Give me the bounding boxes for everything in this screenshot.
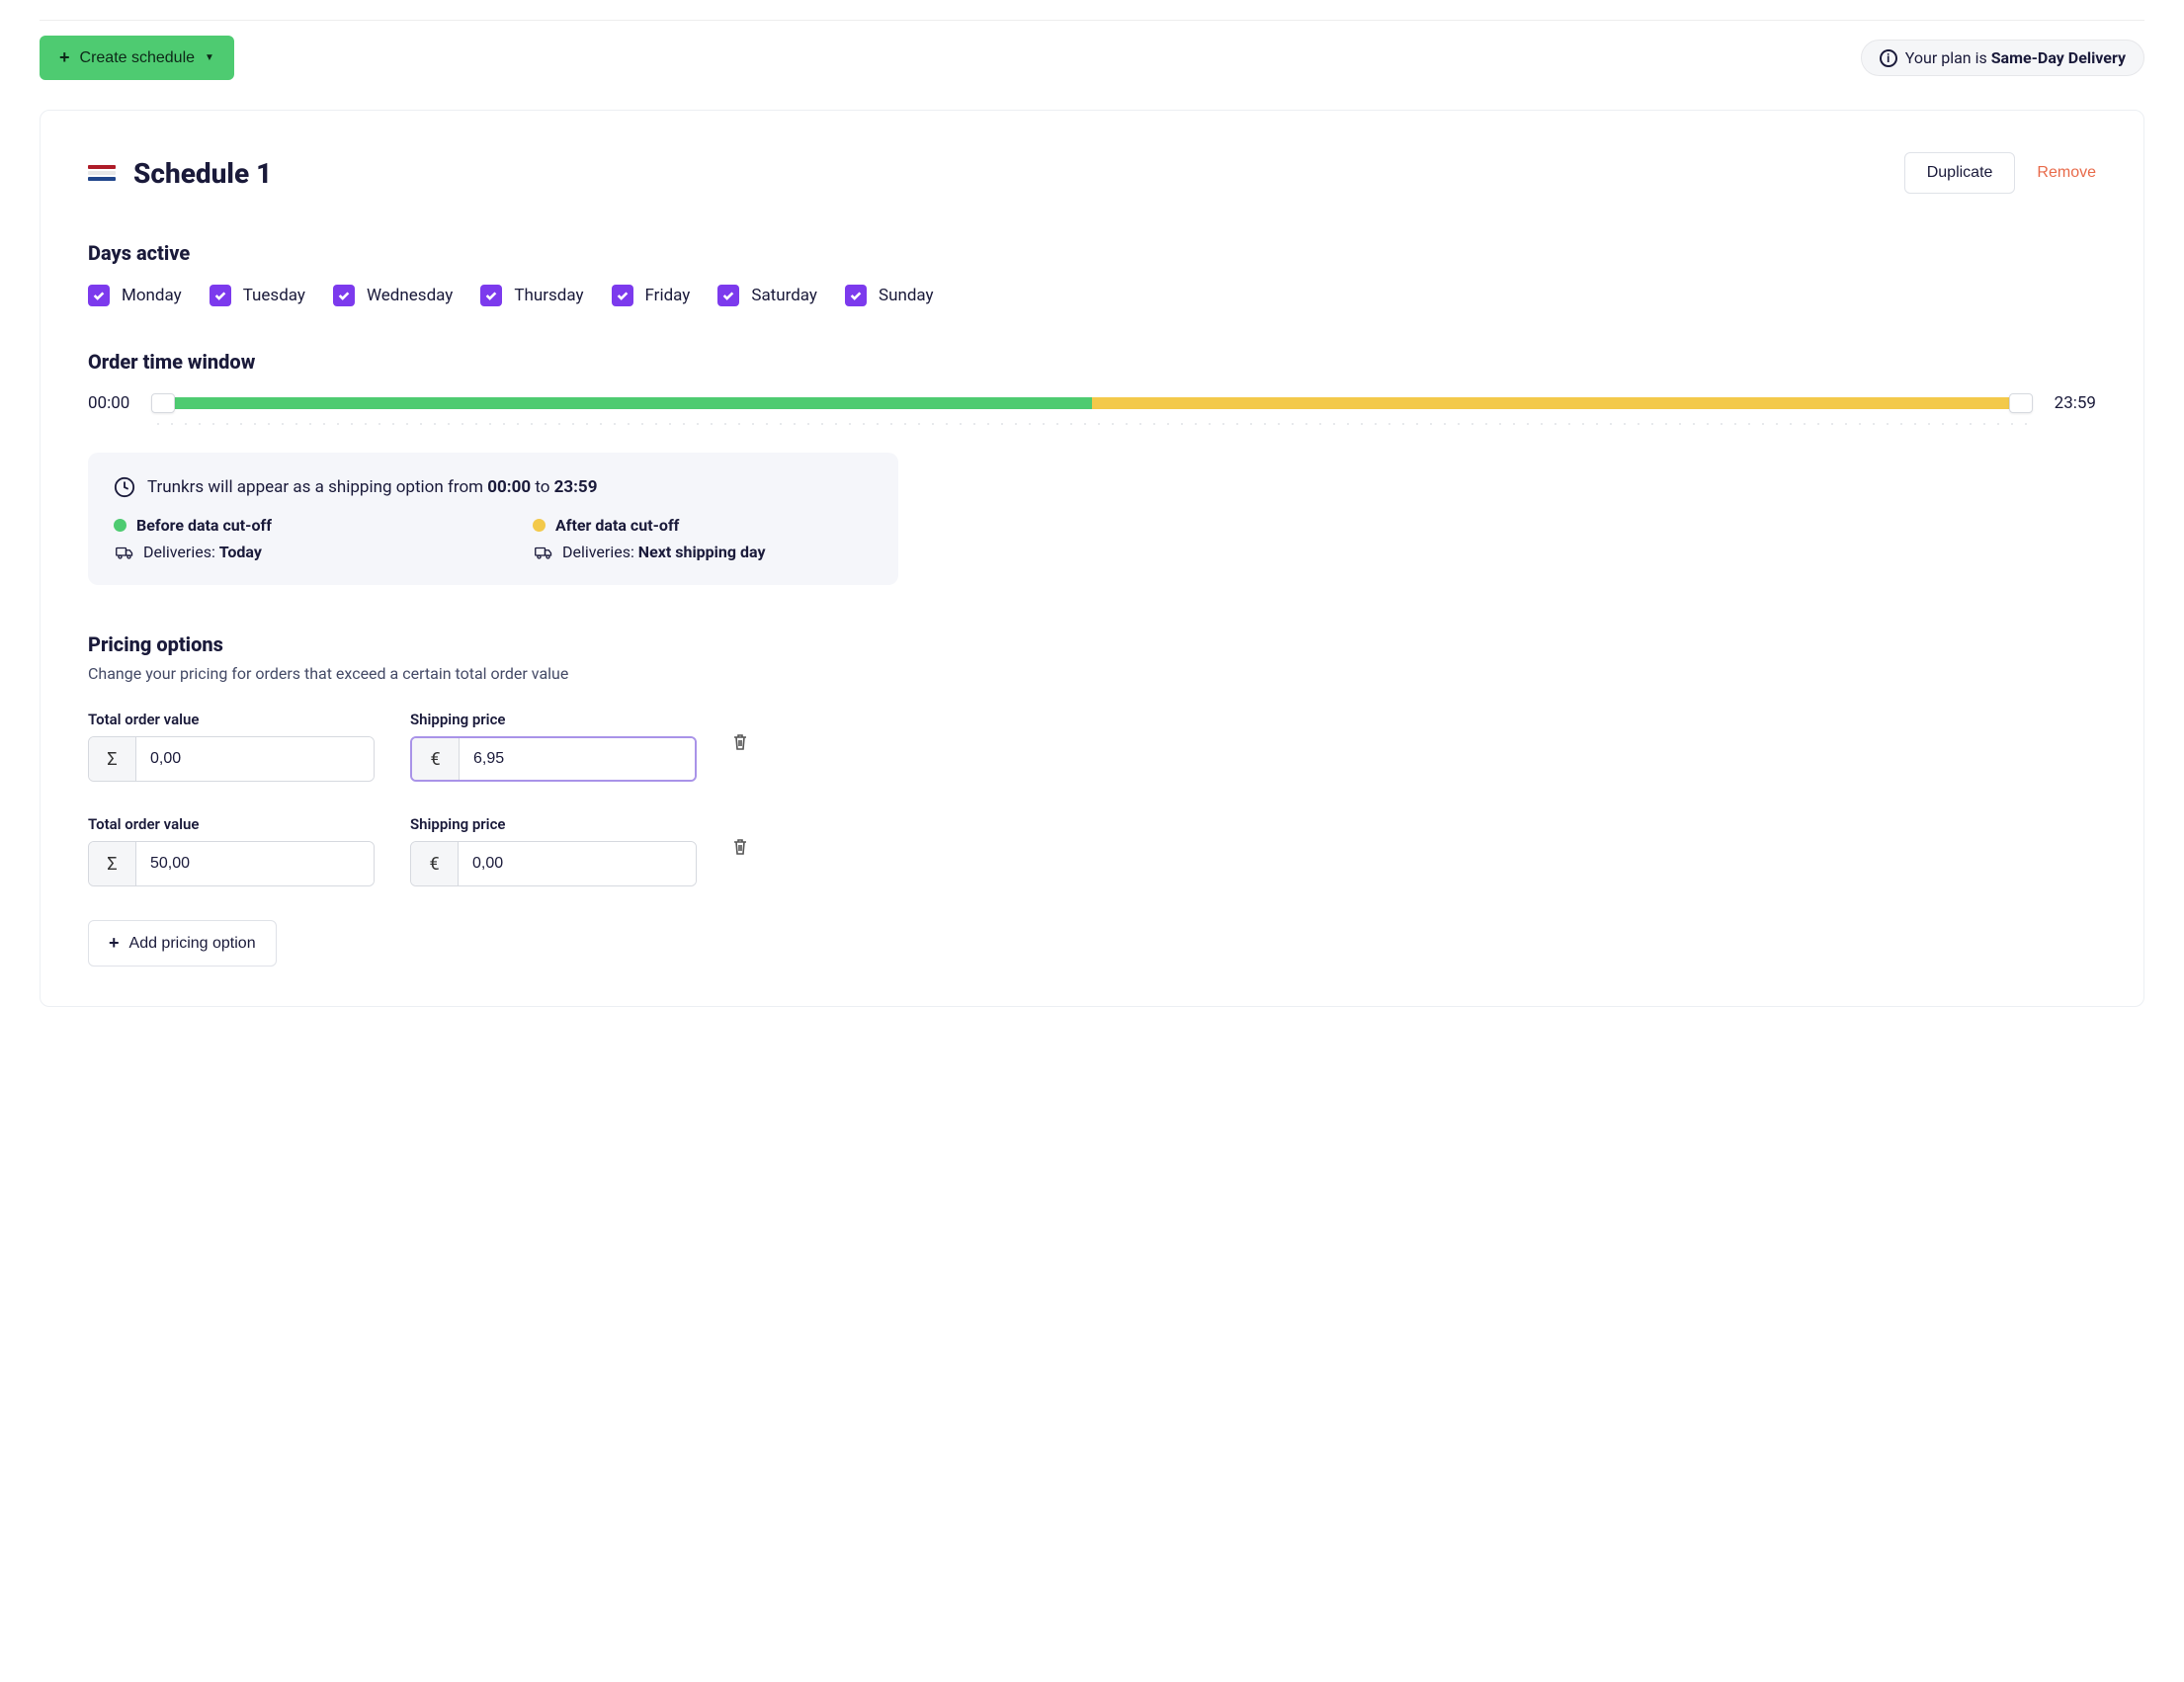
- create-schedule-button[interactable]: + Create schedule ▼: [40, 36, 234, 80]
- day-checkbox-wednesday[interactable]: Wednesday: [333, 285, 453, 306]
- slider-after-cutoff-track: [1092, 397, 2021, 409]
- day-checkbox-friday[interactable]: Friday: [612, 285, 691, 306]
- shipping-price-input[interactable]: [460, 738, 695, 780]
- window-end-label: 23:59: [2047, 393, 2096, 413]
- day-checkbox-monday[interactable]: Monday: [88, 285, 182, 306]
- remove-button[interactable]: Remove: [2037, 164, 2096, 182]
- day-label: Sunday: [879, 286, 934, 305]
- shipping-price-label: Shipping price: [410, 711, 697, 728]
- pricing-subtext: Change your pricing for orders that exce…: [88, 664, 2096, 683]
- pricing-heading: Pricing options: [88, 632, 2096, 656]
- trash-icon: [732, 838, 748, 856]
- slider-before-cutoff-track: [163, 397, 1092, 409]
- checkbox-checked-icon: [88, 285, 110, 306]
- plan-name: Same-Day Delivery: [1991, 48, 2126, 67]
- truck-icon: [535, 546, 552, 559]
- checkbox-checked-icon: [612, 285, 633, 306]
- order-window-heading: Order time window: [88, 350, 2096, 374]
- total-order-value-label: Total order value: [88, 711, 375, 728]
- info-prefix: Trunkrs will appear as a shipping option…: [147, 477, 487, 497]
- time-window-slider[interactable]: [151, 393, 2033, 413]
- shipping-price-input-group: €: [410, 841, 697, 886]
- slider-end-handle[interactable]: [2009, 393, 2033, 413]
- total-order-value-input[interactable]: [136, 842, 374, 885]
- plus-icon: +: [59, 47, 70, 68]
- yellow-dot-icon: [533, 519, 546, 532]
- before-deliveries-value: Today: [219, 543, 262, 561]
- deliveries-label: Deliveries:: [562, 543, 638, 561]
- day-label: Friday: [645, 286, 691, 305]
- total-order-value-label: Total order value: [88, 815, 375, 833]
- days-row: Monday Tuesday Wednesday Thursday Friday Satu…: [88, 285, 2096, 306]
- checkbox-checked-icon: [845, 285, 867, 306]
- delete-pricing-row-button[interactable]: [732, 838, 748, 865]
- add-pricing-label: Add pricing option: [129, 935, 256, 953]
- pricing-row: Total order value Σ Shipping price €: [88, 711, 839, 782]
- truck-icon: [116, 546, 133, 559]
- checkbox-checked-icon: [717, 285, 739, 306]
- checkbox-checked-icon: [333, 285, 355, 306]
- schedule-card: Schedule 1 Duplicate Remove Days active …: [40, 110, 2144, 1007]
- duplicate-button[interactable]: Duplicate: [1904, 152, 2016, 194]
- netherlands-flag-icon: [88, 165, 116, 181]
- day-checkbox-thursday[interactable]: Thursday: [480, 285, 583, 306]
- window-info-box: Trunkrs will appear as a shipping option…: [88, 453, 898, 585]
- total-order-value-input-group: Σ: [88, 736, 375, 782]
- info-to: 23:59: [554, 477, 598, 497]
- checkbox-checked-icon: [480, 285, 502, 306]
- add-pricing-option-button[interactable]: + Add pricing option: [88, 920, 277, 967]
- day-checkbox-saturday[interactable]: Saturday: [717, 285, 817, 306]
- sigma-icon: Σ: [89, 737, 136, 781]
- euro-icon: €: [412, 738, 460, 780]
- create-schedule-label: Create schedule: [80, 49, 196, 67]
- chevron-down-icon: ▼: [205, 52, 214, 63]
- info-icon: i: [1880, 49, 1897, 67]
- slider-ticks: [151, 421, 2033, 427]
- pricing-row: Total order value Σ Shipping price €: [88, 815, 839, 886]
- window-start-label: 00:00: [88, 393, 137, 413]
- day-label: Saturday: [751, 286, 817, 305]
- plus-icon: +: [109, 933, 120, 954]
- after-cutoff-label: After data cut-off: [555, 516, 679, 535]
- slider-start-handle[interactable]: [151, 393, 175, 413]
- info-mid: to: [531, 477, 554, 497]
- day-label: Monday: [122, 286, 182, 305]
- schedule-title: Schedule 1: [133, 157, 272, 190]
- green-dot-icon: [114, 519, 126, 532]
- total-order-value-input-group: Σ: [88, 841, 375, 886]
- plan-badge: i Your plan is Same-Day Delivery: [1861, 40, 2144, 76]
- sigma-icon: Σ: [89, 842, 136, 885]
- shipping-price-input-group: €: [410, 736, 697, 782]
- delete-pricing-row-button[interactable]: [732, 733, 748, 760]
- day-checkbox-tuesday[interactable]: Tuesday: [210, 285, 305, 306]
- checkbox-checked-icon: [210, 285, 231, 306]
- plan-prefix: Your plan is: [1905, 48, 1991, 67]
- trash-icon: [732, 733, 748, 751]
- day-checkbox-sunday[interactable]: Sunday: [845, 285, 934, 306]
- days-active-heading: Days active: [88, 241, 2096, 265]
- shipping-price-label: Shipping price: [410, 815, 697, 833]
- shipping-price-input[interactable]: [459, 842, 696, 885]
- day-label: Thursday: [514, 286, 583, 305]
- info-from: 00:00: [487, 477, 531, 497]
- after-deliveries-value: Next shipping day: [638, 543, 766, 561]
- deliveries-label: Deliveries:: [143, 543, 219, 561]
- before-cutoff-label: Before data cut-off: [136, 516, 272, 535]
- day-label: Wednesday: [367, 286, 453, 305]
- clock-icon: [114, 476, 135, 498]
- euro-icon: €: [411, 842, 459, 885]
- total-order-value-input[interactable]: [136, 737, 374, 781]
- day-label: Tuesday: [243, 286, 305, 305]
